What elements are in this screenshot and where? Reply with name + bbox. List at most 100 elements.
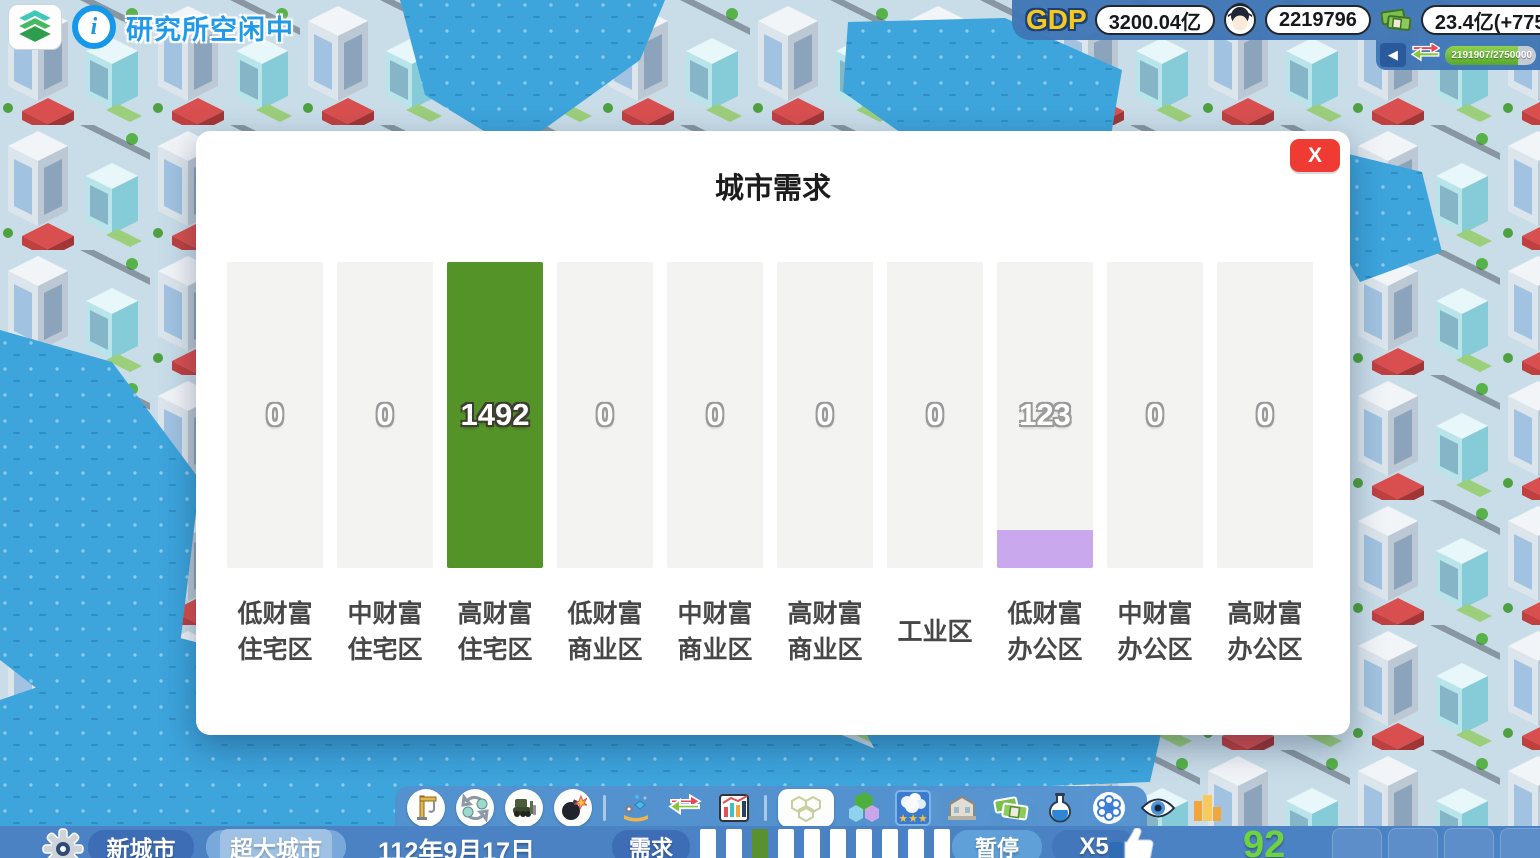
demand-category-label: 低财富办公区 <box>1007 596 1082 668</box>
milestone-progress-text: 2191907/2750000 <box>1445 46 1536 65</box>
collapse-arrow-icon: ◀ <box>1388 47 1398 63</box>
hidden-build-tile <box>1500 828 1540 858</box>
hidden-build-tile <box>1332 828 1382 858</box>
demand-bar-工业区: 0 工业区 <box>887 262 983 668</box>
game-date: 112年9月17日 <box>378 832 535 858</box>
cash-icon <box>1379 3 1413 37</box>
overlay-eye-icon[interactable] <box>1139 789 1177 827</box>
demand-category-label: 低财富住宅区 <box>237 596 312 668</box>
new-city-label: 新城市 <box>107 830 176 858</box>
mini-demand-bar <box>752 829 768 858</box>
districts-hex-icon[interactable] <box>845 789 883 827</box>
mini-demand-bar <box>908 829 924 858</box>
modal-title: 城市需求 <box>196 165 1350 207</box>
collapse-button[interactable]: ◀ <box>1380 43 1406 67</box>
mini-demand-bar <box>778 829 794 858</box>
demand-bar-高财富办公区: 0 高财富办公区 <box>1217 262 1313 668</box>
demand-value: 0 <box>227 262 323 568</box>
demand-label: 需求 <box>629 831 673 858</box>
recycle-icon[interactable] <box>456 789 494 827</box>
hidden-build-tile <box>1388 828 1438 858</box>
demand-value: 0 <box>887 262 983 568</box>
gear-icon[interactable] <box>42 828 84 858</box>
toolbar-divider <box>764 795 767 821</box>
demand-value: 0 <box>1107 262 1203 568</box>
toolbar-divider <box>603 795 606 821</box>
trade-hand-icon[interactable] <box>617 789 655 827</box>
layers-icon <box>13 7 57 47</box>
hidden-build-tile <box>1444 828 1494 858</box>
demand-category-label: 高财富商业区 <box>787 596 862 668</box>
statistics-icon[interactable] <box>715 789 753 827</box>
demand-category-label: 中财富商业区 <box>677 596 752 668</box>
demand-value: 0 <box>777 262 873 568</box>
demand-value: 0 <box>1217 262 1313 568</box>
research-flask-icon[interactable] <box>1041 789 1079 827</box>
game-screen: i 研究所空闲中 GDP 3200.04亿 2219796 23.4亿(+775… <box>0 0 1540 858</box>
demand-value: 123 <box>997 262 1093 568</box>
mega-city-label: 超大城市 <box>220 829 332 858</box>
population-value[interactable]: 2219796 <box>1265 5 1371 35</box>
close-button[interactable]: X <box>1290 139 1340 172</box>
new-city-button[interactable]: 新城市 <box>88 830 194 858</box>
mini-demand-bar <box>700 829 716 858</box>
demand-category-label: 高财富住宅区 <box>457 596 532 668</box>
pause-button[interactable]: 暂停 <box>952 830 1042 858</box>
demand-bar-中财富商业区: 0 中财富商业区 <box>667 262 763 668</box>
demand-chart: 0低财富住宅区0中财富住宅区1492高财富住宅区0低财富商业区0中财富商业区0高… <box>227 262 1313 668</box>
mini-demand-bar <box>856 829 872 858</box>
swap-arrows-icon[interactable] <box>1411 43 1441 67</box>
demand-category-label: 中财富办公区 <box>1117 596 1192 668</box>
demand-value: 0 <box>337 262 433 568</box>
demand-value: 0 <box>667 262 763 568</box>
research-banner[interactable]: i 研究所空闲中 <box>8 4 294 50</box>
bomb-icon[interactable] <box>554 789 592 827</box>
demand-bar-中财富住宅区: 0 中财富住宅区 <box>337 262 433 668</box>
swap-arrows-icon[interactable] <box>666 789 704 827</box>
demand-category-label: 高财富办公区 <box>1227 596 1302 668</box>
demand-button[interactable]: 需求 <box>612 830 690 858</box>
demand-category-label: 工业区 <box>897 596 972 668</box>
svg-text:★★★: ★★★ <box>898 813 928 825</box>
pause-label: 暂停 <box>975 831 1019 858</box>
region-stars-icon[interactable]: ★★★ <box>894 789 932 827</box>
demand-bar-中财富办公区: 0 中财富办公区 <box>1107 262 1203 668</box>
hidden-build-palette <box>1332 828 1540 858</box>
factory-icon[interactable] <box>943 789 981 827</box>
gdp-value[interactable]: 3200.04亿 <box>1095 5 1215 35</box>
close-icon: X <box>1308 144 1322 168</box>
crane-icon[interactable] <box>407 789 445 827</box>
demand-bar-低财富办公区: 123 低财富办公区 <box>997 262 1093 668</box>
city-rating-value[interactable]: 92 <box>1243 824 1285 858</box>
mini-demand-bar <box>882 829 898 858</box>
population-milestone-progress: 2191907/2750000 <box>1445 46 1536 65</box>
thumbs-up-icon[interactable] <box>1107 828 1163 858</box>
mini-demand-bar <box>726 829 742 858</box>
top-hud-bar: GDP 3200.04亿 2219796 23.4亿(+775.4万/月) <box>1012 0 1540 40</box>
demand-bar-高财富商业区: 0 高财富商业区 <box>777 262 873 668</box>
mega-city-button[interactable]: 超大城市 <box>206 830 346 858</box>
demand-bar-低财富住宅区: 0 低财富住宅区 <box>227 262 323 668</box>
buildings-chart-icon[interactable] <box>1188 789 1226 827</box>
zones-icon[interactable] <box>778 789 834 827</box>
money-value[interactable]: 23.4亿(+775.4万/月) <box>1421 5 1540 35</box>
mini-demand-bar <box>934 829 950 858</box>
milestone-bar: ◀ 2191907/2750000 <box>1376 40 1540 70</box>
bulldozer-icon[interactable] <box>505 789 543 827</box>
demand-bar-高财富住宅区: 1492 高财富住宅区 <box>447 262 543 668</box>
demand-category-label: 中财富住宅区 <box>347 596 422 668</box>
speed-label: X5 <box>1079 833 1108 858</box>
gdp-label: GDP <box>1026 4 1087 36</box>
bottom-bar: 新城市 超大城市 112年9月17日 需求 暂停 X5 92 <box>0 826 1540 858</box>
mini-demand-bar <box>830 829 846 858</box>
demand-value: 1492 <box>447 262 543 568</box>
info-icon: i <box>72 5 116 49</box>
money-icon[interactable] <box>992 789 1030 827</box>
demand-mini-chart[interactable] <box>700 829 950 858</box>
research-status-text: 研究所空闲中 <box>126 8 294 47</box>
layers-button[interactable] <box>8 4 62 50</box>
demand-category-label: 低财富商业区 <box>567 596 642 668</box>
services-icon[interactable] <box>1090 789 1128 827</box>
city-demand-modal: 城市需求 X 0低财富住宅区0中财富住宅区1492高财富住宅区0低财富商业区0中… <box>196 131 1350 735</box>
demand-bar-低财富商业区: 0低财富商业区 <box>557 262 653 668</box>
